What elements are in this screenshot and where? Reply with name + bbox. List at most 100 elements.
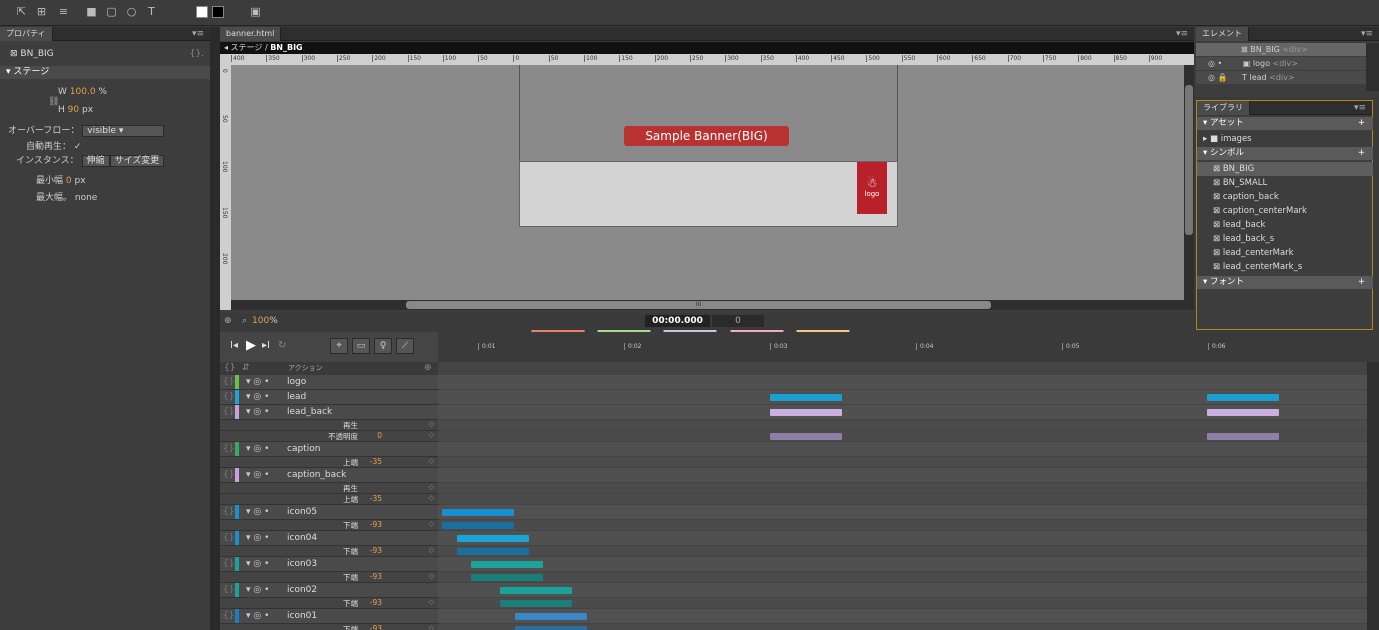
keyframe-bar[interactable] — [515, 626, 587, 630]
eye-icon[interactable]: ▾ ◎ • — [246, 407, 269, 417]
timeline-property-row[interactable]: 上端 -35 ◇ — [220, 494, 1367, 505]
keyframe-diamond-icon[interactable]: ◇ — [429, 457, 434, 465]
row-track[interactable] — [438, 598, 1367, 609]
add-symbol-button[interactable]: + — [1358, 147, 1365, 160]
row-track[interactable] — [438, 557, 1367, 572]
timeline-property-row[interactable]: 再生 ◇ — [220, 483, 1367, 494]
timeline-element-row[interactable]: {} ▾ ◎ • icon04 — [220, 531, 1367, 546]
text-tool-icon[interactable]: T — [144, 5, 159, 19]
loop-icon[interactable]: ↻ — [278, 340, 286, 351]
keyframe-bar[interactable] — [515, 613, 587, 620]
timeline-property-row[interactable]: 下端 -93 ◇ — [220, 598, 1367, 609]
row-track[interactable] — [438, 531, 1367, 546]
timeline-element-row[interactable]: {} ▾ ◎ • icon02 — [220, 583, 1367, 598]
timecode[interactable]: 00:00.000 — [645, 315, 710, 327]
zoom-level[interactable]: 100% — [252, 313, 278, 330]
banner-html-tab[interactable]: banner.html — [220, 27, 282, 41]
timeline-property-row[interactable]: 下端 -93 ◇ — [220, 520, 1367, 531]
rect-tool-icon[interactable]: ■ — [84, 5, 99, 19]
timeline-property-row[interactable]: 下端 -93 ◇ — [220, 624, 1367, 630]
element-row-logo[interactable]: ◎ • ▣ logo <div> — [1196, 57, 1366, 70]
marker-icon[interactable]: ♀ — [374, 338, 392, 354]
keyframe-bar[interactable] — [471, 574, 543, 581]
row-track[interactable] — [438, 583, 1367, 598]
eye-icon[interactable]: ◎ • — [1208, 59, 1222, 68]
target-icon[interactable]: ⊕ — [224, 313, 232, 330]
property-value[interactable]: -93 — [370, 572, 382, 581]
eye-icon[interactable]: ▾ ◎ • — [246, 611, 269, 621]
add-asset-button[interactable]: + — [1358, 117, 1365, 130]
row-track[interactable] — [438, 442, 1367, 457]
brace-icon[interactable]: {} — [223, 611, 234, 621]
assets-header[interactable]: ▾ アセット + — [1197, 117, 1373, 130]
lock-icon[interactable]: ◎ 🔒 — [1208, 73, 1227, 82]
stroke-color-swatch[interactable] — [212, 6, 224, 18]
timeline-property-row[interactable]: 不透明度 0 ◇ — [220, 431, 1367, 442]
row-label-cell[interactable]: 下端 -93 ◇ — [220, 624, 438, 630]
keyframe-diamond-icon[interactable]: ◇ — [429, 546, 434, 554]
row-label-cell[interactable]: {} ▾ ◎ • icon02 — [220, 583, 438, 598]
eye-icon[interactable]: ▾ ◎ • — [246, 585, 269, 595]
easing-icon[interactable]: ⟋ — [396, 338, 414, 354]
grid-tool-icon[interactable]: ⊞ — [34, 5, 49, 19]
logo[interactable]: ☃ logo — [857, 162, 887, 214]
timeline-scrollbar[interactable] — [1367, 362, 1379, 630]
eye-icon[interactable]: ▾ ◎ • — [246, 444, 269, 454]
keyframe-bar[interactable] — [442, 522, 514, 529]
max-width-value[interactable]: none — [75, 193, 97, 203]
stage-canvas[interactable]: Sample Banner(BIG) ☃logo ✖ ♥ — [231, 65, 1184, 363]
snap-icon[interactable]: ▭ — [352, 338, 370, 354]
zoom-icon[interactable]: ⌕ — [242, 313, 247, 330]
property-value[interactable]: -93 — [370, 546, 382, 555]
row-label-cell[interactable]: {} ▾ ◎ • caption — [220, 442, 438, 457]
symbol-item[interactable]: ⊠ lead_centerMark — [1197, 246, 1373, 260]
property-value[interactable]: -93 — [370, 624, 382, 630]
property-value[interactable]: 0 — [377, 431, 382, 440]
eye-icon[interactable]: ▾ ◎ • — [246, 533, 269, 543]
row-track[interactable] — [438, 572, 1367, 583]
brace-icon[interactable]: {} — [223, 407, 234, 417]
symbol-item[interactable]: ⊠ lead_centerMark_s — [1197, 260, 1373, 274]
row-track[interactable] — [438, 624, 1367, 630]
width-value[interactable]: 100.0 — [70, 87, 96, 97]
images-folder[interactable]: ▸ ■ images — [1197, 132, 1373, 146]
row-track[interactable] — [438, 420, 1367, 431]
row-track[interactable] — [438, 375, 1367, 390]
timeline-element-row[interactable]: {} ▾ ◎ • caption_back — [220, 468, 1367, 483]
symbol-item[interactable]: ⊠ lead_back — [1197, 218, 1373, 232]
code-brace-icon[interactable]: {}. — [190, 49, 204, 59]
brace-icon[interactable]: {} — [223, 585, 234, 595]
library-tab[interactable]: ライブラリ — [1197, 101, 1250, 115]
row-label-cell[interactable]: 下端 -93 ◇ — [220, 520, 438, 531]
row-label-cell[interactable]: 再生 ◇ — [220, 483, 438, 494]
stage-menu-icon[interactable]: ▾≡ — [1176, 27, 1188, 41]
keyframe-bar[interactable] — [457, 535, 529, 542]
row-label-cell[interactable]: 下端 -93 ◇ — [220, 598, 438, 609]
symbol-item[interactable]: ⊠ caption_centerMark — [1197, 204, 1373, 218]
add-action-icon[interactable]: ⊕ — [424, 362, 432, 375]
add-font-button[interactable]: + — [1358, 276, 1365, 289]
symbol-item[interactable]: ⊠ BN_SMALL — [1197, 176, 1373, 190]
elements-scrollbar[interactable] — [1366, 43, 1379, 91]
timeline-element-row[interactable]: {} ▾ ◎ • icon01 — [220, 609, 1367, 624]
property-value[interactable]: -35 — [370, 457, 382, 466]
keyframe-bar[interactable] — [1207, 394, 1279, 401]
sort-icon[interactable]: ⇵ — [242, 362, 250, 375]
row-label-cell[interactable]: {} ▾ ◎ • icon04 — [220, 531, 438, 546]
eye-icon[interactable]: ▾ ◎ • — [246, 470, 269, 480]
autoplay-checkbox[interactable]: ✓ — [74, 142, 82, 152]
eye-icon[interactable]: ▾ ◎ • — [246, 377, 269, 387]
keyframe-bar[interactable] — [770, 433, 842, 440]
elements-menu-icon[interactable]: ▾≡ — [1361, 27, 1373, 41]
ellipse-tool-icon[interactable]: ○ — [124, 5, 139, 19]
brace-icon[interactable]: {} — [224, 362, 235, 375]
symbol-item[interactable]: ⊠ BN_BIG — [1197, 162, 1373, 176]
row-label-cell[interactable]: 上端 -35 ◇ — [220, 457, 438, 468]
brace-icon[interactable]: {} — [223, 507, 234, 517]
row-label-cell[interactable]: 上端 -35 ◇ — [220, 494, 438, 505]
row-track[interactable] — [438, 405, 1367, 420]
pointer-tool-icon[interactable]: ⇱ — [14, 5, 29, 19]
eye-icon[interactable]: ▾ ◎ • — [246, 392, 269, 402]
keyframe-bar[interactable] — [1207, 433, 1279, 440]
overflow-select[interactable]: visible ▾ — [82, 125, 165, 137]
